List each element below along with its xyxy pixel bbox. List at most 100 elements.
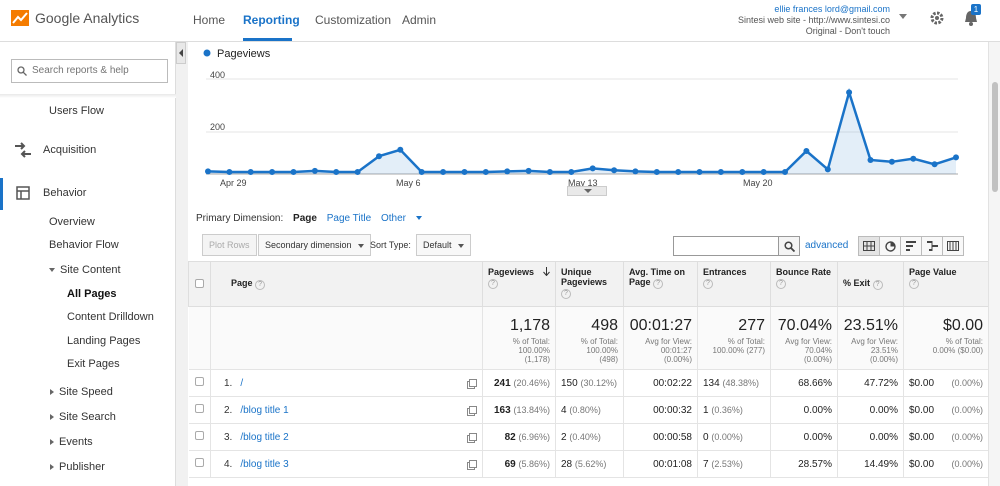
help-icon[interactable]: ? (488, 279, 498, 289)
chart-point[interactable] (696, 169, 703, 175)
chart-point[interactable] (525, 167, 532, 174)
row-checkbox[interactable] (194, 404, 204, 413)
account-selector[interactable]: ellie frances lord@gmail.com Sintesi web… (670, 4, 890, 37)
account-dropdown-icon[interactable] (899, 14, 907, 19)
sidebar-item-content-drilldown[interactable]: Content Drilldown (67, 311, 154, 323)
gear-icon[interactable] (929, 10, 945, 26)
chart-point[interactable] (354, 169, 361, 175)
percentage-view-button[interactable] (879, 236, 901, 256)
header-page-value[interactable]: Page Value? (903, 261, 989, 307)
header-exit[interactable]: % Exit ? (837, 261, 904, 307)
row-checkbox[interactable] (194, 431, 204, 440)
chart-point[interactable] (760, 169, 767, 175)
select-all-checkbox[interactable] (195, 278, 204, 288)
sidebar-item-site-search[interactable]: Site Search (50, 411, 116, 423)
nav-home[interactable]: Home (193, 13, 225, 27)
chart-point[interactable] (397, 146, 404, 153)
chart-point[interactable] (226, 169, 233, 175)
page-link[interactable]: / (240, 378, 243, 389)
nav-customization[interactable]: Customization (315, 13, 391, 27)
page-scrollbar[interactable] (988, 42, 1000, 486)
chart-point[interactable] (311, 167, 318, 174)
chart-point[interactable] (205, 168, 211, 175)
help-icon[interactable]: ? (653, 279, 664, 289)
header-avg-time[interactable]: Avg. Time on Page ? (623, 261, 698, 307)
report-search[interactable] (11, 59, 168, 83)
chart-point[interactable] (504, 168, 511, 175)
chart-point[interactable] (931, 161, 938, 168)
sidebar-item-landing-pages[interactable]: Landing Pages (67, 335, 140, 347)
chart-point[interactable] (782, 169, 788, 175)
search-input[interactable] (32, 65, 162, 76)
chart-point[interactable] (953, 154, 959, 161)
notification-badge[interactable]: 1 (971, 4, 981, 15)
scrollbar-thumb[interactable] (992, 82, 998, 192)
table-row[interactable]: 1./241 (20.46%) 150 (30.12%) 00:02:22 134 (… (188, 369, 989, 397)
chart-point[interactable] (461, 169, 468, 175)
chart-point[interactable] (290, 169, 297, 175)
chart-point[interactable] (568, 169, 575, 175)
header-unique-pageviews[interactable]: Unique Pageviews? (555, 261, 624, 307)
open-page-icon[interactable] (467, 459, 477, 470)
chart-point[interactable] (846, 89, 853, 96)
chart-point[interactable] (910, 155, 917, 162)
chart-point[interactable] (653, 169, 660, 175)
help-icon[interactable]: ? (255, 280, 266, 290)
header-page[interactable]: Page ? (210, 261, 483, 307)
nav-reporting[interactable]: Reporting (243, 13, 300, 27)
pivot-view-button[interactable] (942, 236, 964, 256)
dimension-page[interactable]: Page (293, 213, 317, 224)
chart-resize-handle[interactable] (567, 186, 607, 196)
dimension-page-title[interactable]: Page Title (327, 213, 371, 224)
open-page-icon[interactable] (467, 378, 477, 389)
nav-admin[interactable]: Admin (402, 13, 436, 27)
chart-point[interactable] (803, 148, 810, 154)
header-bounce-rate[interactable]: Bounce Rate? (770, 261, 838, 307)
chart-point[interactable] (247, 169, 254, 175)
page-link[interactable]: /blog title 3 (240, 459, 288, 470)
comparison-view-button[interactable] (921, 236, 943, 256)
chart-point[interactable] (611, 167, 618, 174)
secondary-dimension-dropdown[interactable]: Secondary dimension (258, 234, 371, 256)
open-page-icon[interactable] (467, 432, 477, 443)
chart-point[interactable] (867, 157, 874, 163)
performance-view-button[interactable] (900, 236, 922, 256)
help-icon[interactable]: ? (909, 279, 919, 289)
sidebar-item-publisher[interactable]: Publisher (50, 461, 105, 473)
help-icon[interactable]: ? (703, 279, 713, 289)
plot-rows-button[interactable]: Plot Rows (202, 234, 257, 256)
help-icon[interactable]: ? (776, 279, 786, 289)
sort-type-dropdown[interactable]: Default (416, 234, 471, 256)
sidebar-item-site-speed[interactable]: Site Speed (50, 386, 113, 398)
dimension-other[interactable]: Other (381, 213, 429, 224)
row-checkbox[interactable] (194, 458, 204, 467)
table-row[interactable]: 3./blog title 2 82 (6.96%) 2 (0.40%) 00:00:… (188, 423, 989, 451)
sidebar-item-users-flow[interactable]: Users Flow (49, 105, 104, 117)
sidebar-item-overview[interactable]: Overview (49, 216, 95, 228)
sidebar-item-exit-pages[interactable]: Exit Pages (67, 358, 120, 370)
chart-point[interactable] (824, 166, 831, 173)
chart-point[interactable] (888, 158, 895, 165)
sidebar-item-site-content[interactable]: Site Content (49, 264, 121, 276)
sidebar-item-behavior-flow[interactable]: Behavior Flow (49, 239, 119, 251)
sidebar-item-all-pages[interactable]: All Pages (67, 288, 117, 300)
sidebar-item-acquisition[interactable]: Acquisition (43, 144, 96, 156)
data-table-view-button[interactable] (858, 236, 880, 256)
help-icon[interactable]: ? (561, 289, 571, 299)
chart-point[interactable] (589, 165, 596, 172)
chart-point[interactable] (717, 169, 724, 175)
google-analytics-logo[interactable]: Google Analytics (11, 10, 139, 26)
table-row[interactable]: 4./blog title 3 69 (5.86%) 28 (5.62%) 00:01… (188, 450, 989, 478)
chart-point[interactable] (546, 169, 553, 175)
row-checkbox[interactable] (194, 377, 204, 386)
sidebar-item-events[interactable]: Events (50, 436, 93, 448)
advanced-filter-link[interactable]: advanced (805, 240, 848, 251)
chart-point[interactable] (632, 168, 639, 175)
table-search-button[interactable] (778, 236, 800, 256)
collapse-sidebar-button[interactable] (176, 42, 186, 64)
chart-point[interactable] (418, 169, 425, 175)
chart-point[interactable] (675, 169, 682, 175)
page-link[interactable]: /blog title 2 (240, 432, 288, 443)
header-entrances[interactable]: Entrances? (697, 261, 771, 307)
header-pageviews[interactable]: Pageviews ? (482, 261, 556, 307)
